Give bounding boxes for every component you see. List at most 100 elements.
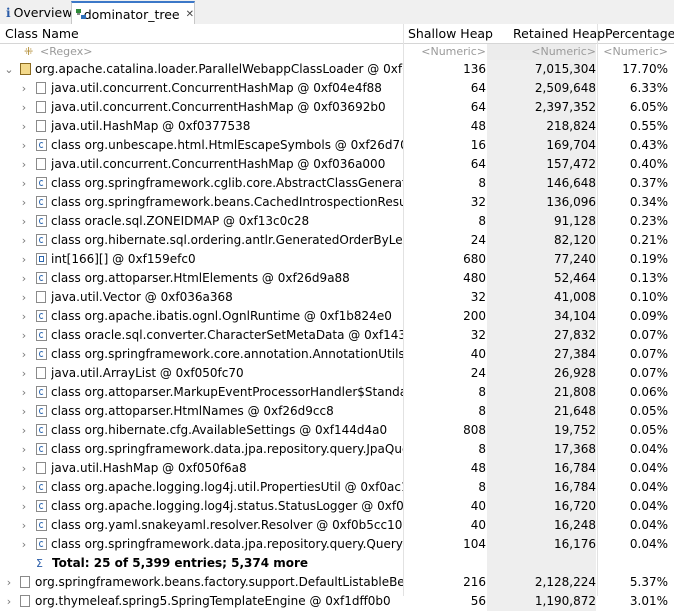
shallow-heap-cell: 40 <box>470 347 486 361</box>
class-icon <box>36 215 47 227</box>
table-row[interactable]: › class org.apache.logging.log4j.status.S… <box>0 497 674 516</box>
column-header-shallow-heap[interactable]: Shallow Heap <box>408 24 493 43</box>
table-row[interactable]: › class org.springframework.cglib.core.Ab… <box>0 174 674 193</box>
retained-heap-cell: 26,928 <box>554 366 596 380</box>
percentage-cell: 17.70% <box>622 62 668 76</box>
expand-chevron-icon[interactable]: › <box>19 383 29 402</box>
table-row[interactable]: › org.thymeleaf.spring5.SpringTemplateEng… <box>0 592 674 611</box>
expand-chevron-icon[interactable]: › <box>19 117 29 136</box>
expand-chevron-icon[interactable]: › <box>19 98 29 117</box>
table-row[interactable]: › class org.hibernate.cfg.AvailableSettin… <box>0 421 674 440</box>
table-row[interactable]: › org.springframework.beans.factory.suppo… <box>0 573 674 592</box>
table-row[interactable]: › class org.unbescape.html.HtmlEscapeSymb… <box>0 136 674 155</box>
table-row[interactable]: › java.util.concurrent.ConcurrentHashMap … <box>0 155 674 174</box>
expand-chevron-icon[interactable]: › <box>19 516 29 535</box>
expand-chevron-icon[interactable]: › <box>19 136 29 155</box>
expand-chevron-icon[interactable]: › <box>19 288 29 307</box>
tab-dominator-tree[interactable]: dominator_tree ✕ <box>71 1 195 26</box>
expand-chevron-icon[interactable]: › <box>19 459 29 478</box>
expand-chevron-icon[interactable]: › <box>19 155 29 174</box>
shallow-heap-cell: 32 <box>470 195 486 209</box>
expand-chevron-icon[interactable]: › <box>19 345 29 364</box>
table-row[interactable]: › class org.attoparser.HtmlElements @ 0xf… <box>0 269 674 288</box>
class-name-cell: class org.apache.logging.log4j.status.St… <box>51 499 403 513</box>
table-row[interactable]: › class org.attoparser.MarkupEventProcess… <box>0 383 674 402</box>
class-name-cell: class org.unbescape.html.HtmlEscapeSymbo… <box>51 138 403 152</box>
column-header-retained-heap[interactable]: Retained Heap <box>513 24 605 43</box>
expand-chevron-icon[interactable]: › <box>19 174 29 193</box>
expand-chevron-icon[interactable]: › <box>19 212 29 231</box>
percentage-cell: 0.23% <box>629 214 668 228</box>
collapse-chevron-icon[interactable]: ⌄ <box>4 60 14 79</box>
table-row[interactable]: › class org.springframework.beans.CachedI… <box>0 193 674 212</box>
expand-chevron-icon[interactable]: › <box>19 307 29 326</box>
tab-overview[interactable]: i Overview <box>2 2 72 23</box>
table-row[interactable]: › java.util.concurrent.ConcurrentHashMap … <box>0 98 674 117</box>
shallow-heap-cell: 480 <box>463 271 486 285</box>
percentage-cell: 0.07% <box>629 366 668 380</box>
retained-heap-cell: 2,509,648 <box>534 81 596 95</box>
table-row[interactable]: › class org.hibernate.sql.ordering.antlr.… <box>0 231 674 250</box>
table-row[interactable]: › java.util.HashMap @ 0xf0377538 48 218,824… <box>0 117 674 136</box>
expand-chevron-icon[interactable]: › <box>19 421 29 440</box>
percentage-cell: 5.37% <box>629 575 668 589</box>
retained-heap-cell: 41,008 <box>554 290 596 304</box>
expand-chevron-icon[interactable]: › <box>19 535 29 554</box>
expand-chevron-icon[interactable]: › <box>19 478 29 497</box>
table-row[interactable]: › java.util.Vector @ 0xf036a368 32 41,008 0.… <box>0 288 674 307</box>
shallow-heap-cell: 8 <box>478 442 486 456</box>
retained-heap-cell: 16,784 <box>554 480 596 494</box>
table-row[interactable]: › class org.attoparser.HtmlNames @ 0xf26d… <box>0 402 674 421</box>
retained-heap-cell: 16,784 <box>554 461 596 475</box>
retained-heap-cell: 2,397,352 <box>534 100 596 114</box>
column-header-class-name[interactable]: Class Name <box>5 24 79 43</box>
shallow-filter-input[interactable]: <Numeric> <box>404 44 486 60</box>
table-row[interactable]: › java.util.HashMap @ 0xf050f6a8 48 16,784 0… <box>0 459 674 478</box>
expand-chevron-icon[interactable]: › <box>19 326 29 345</box>
total-entries-label[interactable]: Total: 25 of 5,399 entries; 5,374 more <box>52 554 402 573</box>
shallow-heap-cell: 808 <box>463 423 486 437</box>
shallow-heap-cell: 24 <box>470 233 486 247</box>
table-row[interactable]: › java.util.concurrent.ConcurrentHashMap … <box>0 79 674 98</box>
table-row[interactable]: › class oracle.sql.ZONEIDMAP @ 0xf13c0c28… <box>0 212 674 231</box>
expand-chevron-icon[interactable]: › <box>4 573 14 592</box>
object-icon <box>36 82 46 94</box>
table-row[interactable]: › class org.springframework.data.jpa.repo… <box>0 440 674 459</box>
expand-chevron-icon[interactable]: › <box>19 497 29 516</box>
percentage-filter-input[interactable]: <Numeric> <box>598 44 668 60</box>
expand-chevron-icon[interactable]: › <box>19 440 29 459</box>
expand-chevron-icon[interactable]: › <box>4 592 14 611</box>
class-name-cell: class org.springframework.core.annotatio… <box>51 347 403 361</box>
table-row[interactable]: › class org.apache.ibatis.ognl.OgnlRuntim… <box>0 307 674 326</box>
table-row[interactable]: › int[166][] @ 0xf159efc0 680 77,240 0.19% <box>0 250 674 269</box>
percentage-cell: 0.07% <box>629 328 668 342</box>
table-row[interactable]: › class org.apache.logging.log4j.util.Pro… <box>0 478 674 497</box>
regex-filter-input[interactable]: <Regex> <box>40 44 92 60</box>
shallow-heap-cell: 8 <box>478 404 486 418</box>
table-row[interactable]: › class org.springframework.core.annotati… <box>0 345 674 364</box>
retained-heap-cell: 157,472 <box>546 157 596 171</box>
expand-chevron-icon[interactable]: › <box>19 250 29 269</box>
retained-heap-cell: 91,128 <box>554 214 596 228</box>
retained-heap-cell: 16,720 <box>554 499 596 513</box>
percentage-cell: 0.13% <box>629 271 668 285</box>
class-icon <box>36 196 47 208</box>
expand-chevron-icon[interactable]: › <box>19 269 29 288</box>
expand-chevron-icon[interactable]: › <box>19 231 29 250</box>
expand-chevron-icon[interactable]: › <box>19 193 29 212</box>
table-row[interactable]: › class org.springframework.data.jpa.repo… <box>0 535 674 554</box>
expand-chevron-icon[interactable]: › <box>19 402 29 421</box>
retained-filter-input[interactable]: <Numeric> <box>487 44 596 60</box>
expand-chevron-icon[interactable]: › <box>19 364 29 383</box>
class-name-cell: org.apache.catalina.loader.ParallelWebap… <box>35 62 403 76</box>
close-icon[interactable]: ✕ <box>186 9 194 20</box>
table-row[interactable]: › class org.yaml.snakeyaml.resolver.Resol… <box>0 516 674 535</box>
expand-chevron-icon[interactable]: › <box>19 79 29 98</box>
column-header-percentage[interactable]: Percentage <box>605 24 674 43</box>
class-name-cell: class org.hibernate.sql.ordering.antlr.G… <box>51 233 403 247</box>
table-row[interactable]: › java.util.ArrayList @ 0xf050fc70 24 26,92… <box>0 364 674 383</box>
table-row-root[interactable]: ⌄ org.apache.catalina.loader.ParallelWeba… <box>0 60 674 79</box>
table-row[interactable]: › class oracle.sql.converter.CharacterSet… <box>0 326 674 345</box>
percentage-cell: 6.33% <box>629 81 668 95</box>
retained-heap-cell: 2,128,224 <box>534 575 596 589</box>
